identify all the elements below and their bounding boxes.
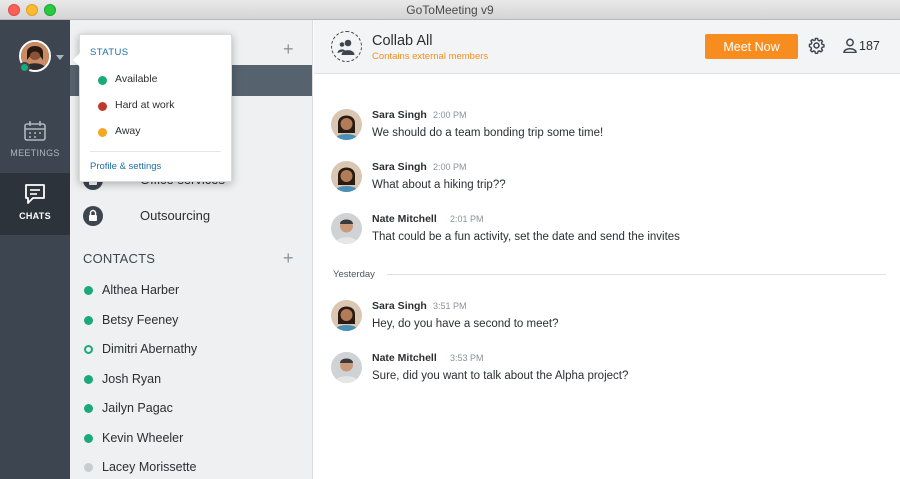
sender-name: Sara Singh [372, 161, 427, 173]
message-time: 2:01 PM [450, 214, 484, 224]
contact-item[interactable]: Dimitri Abernathy [70, 336, 312, 365]
calendar-icon [24, 121, 46, 141]
sender-avatar[interactable] [331, 300, 362, 331]
status-idle-icon [84, 345, 93, 354]
contact-name: Kevin Wheeler [102, 431, 184, 445]
contact-name: Lacey Morissette [102, 460, 197, 474]
popup-caret-icon [73, 53, 80, 67]
date-separator-line [387, 274, 886, 275]
contact-name: Dimitri Abernathy [102, 342, 198, 356]
contact-item[interactable]: Kevin Wheeler [70, 425, 312, 454]
contact-name: Betsy Feeney [102, 313, 179, 327]
status-available-icon [84, 286, 93, 295]
profile-settings-link[interactable]: Profile & settings [90, 161, 161, 172]
status-menu: STATUS Available Hard at work Away Profi… [73, 34, 233, 182]
contact-item[interactable]: Josh Ryan [70, 366, 312, 395]
chat-main: Collab All Contains external members Mee… [314, 20, 900, 479]
lock-icon [83, 206, 103, 226]
external-members-notice: Contains external members [372, 51, 489, 62]
message-time: 2:00 PM [433, 162, 467, 172]
status-offline-icon [84, 463, 93, 472]
sender-name: Sara Singh [372, 109, 427, 121]
user-status-dot [19, 62, 30, 73]
message-text: What about a hiking trip?? [372, 179, 506, 191]
group-chat-icon [331, 31, 362, 62]
status-option-label: Away [115, 125, 141, 137]
message-item: Sara Singh 2:00 PM We should do a team b… [331, 109, 891, 154]
nav-chats-label: CHATS [19, 211, 51, 221]
chat-header: Collab All Contains external members Mee… [314, 20, 900, 74]
sender-avatar[interactable] [331, 213, 362, 244]
status-option-away[interactable]: Away [80, 121, 233, 143]
message-item: Nate Mitchell 2:01 PM That could be a fu… [331, 213, 891, 258]
nav-meetings[interactable]: MEETINGS [0, 110, 70, 172]
contact-name: Jailyn Pagac [102, 401, 173, 415]
chat-title: Collab All [372, 33, 433, 49]
contact-item[interactable]: Lacey Morissette [70, 454, 312, 479]
window-title: GoToMeeting v9 [406, 3, 494, 17]
contact-item[interactable]: Jailyn Pagac [70, 395, 312, 424]
status-option-available[interactable]: Available [80, 69, 233, 91]
message-time: 2:00 PM [433, 110, 467, 120]
sender-avatar[interactable] [331, 352, 362, 383]
status-option-label: Hard at work [115, 99, 175, 111]
meet-now-button[interactable]: Meet Now [705, 34, 798, 59]
group-item-outsourcing[interactable]: Outsourcing [70, 202, 312, 232]
add-contact-icon[interactable]: + [283, 248, 294, 269]
status-available-icon [84, 404, 93, 413]
title-bar: GoToMeeting v9 [0, 0, 900, 20]
member-count[interactable]: 187 [859, 39, 880, 53]
sender-avatar[interactable] [331, 161, 362, 192]
status-menu-caret-icon[interactable] [56, 55, 64, 60]
sender-name: Nate Mitchell [372, 213, 437, 225]
sender-name: Nate Mitchell [372, 352, 437, 364]
nav-chats[interactable]: CHATS [0, 173, 70, 235]
status-available-icon [84, 375, 93, 384]
members-icon[interactable] [843, 38, 857, 53]
message-item: Sara Singh 2:00 PM What about a hiking t… [331, 161, 891, 206]
status-available-icon [84, 316, 93, 325]
message-time: 3:51 PM [433, 301, 467, 311]
popup-divider [90, 151, 221, 152]
contact-name: Althea Harber [102, 283, 180, 297]
status-available-icon [98, 76, 107, 85]
nav-rail: MEETINGS CHATS [0, 20, 70, 479]
sender-name: Sara Singh [372, 300, 427, 312]
status-option-hard-at-work[interactable]: Hard at work [80, 95, 233, 117]
nav-meetings-label: MEETINGS [10, 148, 60, 158]
contact-item[interactable]: Betsy Feeney [70, 307, 312, 336]
message-text: We should do a team bonding trip some ti… [372, 127, 604, 139]
add-chat-icon[interactable]: + [283, 39, 294, 60]
message-text: Sure, did you want to talk about the Alp… [372, 370, 629, 382]
chat-bubble-icon [25, 184, 45, 204]
status-menu-heading: STATUS [90, 47, 129, 58]
status-option-label: Available [115, 73, 158, 85]
contact-item[interactable]: Althea Harber [70, 277, 312, 306]
sender-avatar[interactable] [331, 109, 362, 140]
message-item: Sara Singh 3:51 PM Hey, do you have a se… [331, 300, 891, 345]
contacts-heading: CONTACTS [83, 251, 156, 266]
gear-icon[interactable] [808, 37, 825, 54]
message-text: That could be a fun activity, set the da… [372, 231, 680, 243]
message-text: Hey, do you have a second to meet? [372, 318, 559, 330]
status-away-icon [98, 128, 107, 137]
date-separator: Yesterday [333, 269, 375, 280]
message-item: Nate Mitchell 3:53 PM Sure, did you want… [331, 352, 891, 397]
message-time: 3:53 PM [450, 353, 484, 363]
status-busy-icon [98, 102, 107, 111]
status-available-icon [84, 434, 93, 443]
contact-name: Josh Ryan [102, 372, 162, 386]
group-name: Outsourcing [140, 208, 211, 223]
